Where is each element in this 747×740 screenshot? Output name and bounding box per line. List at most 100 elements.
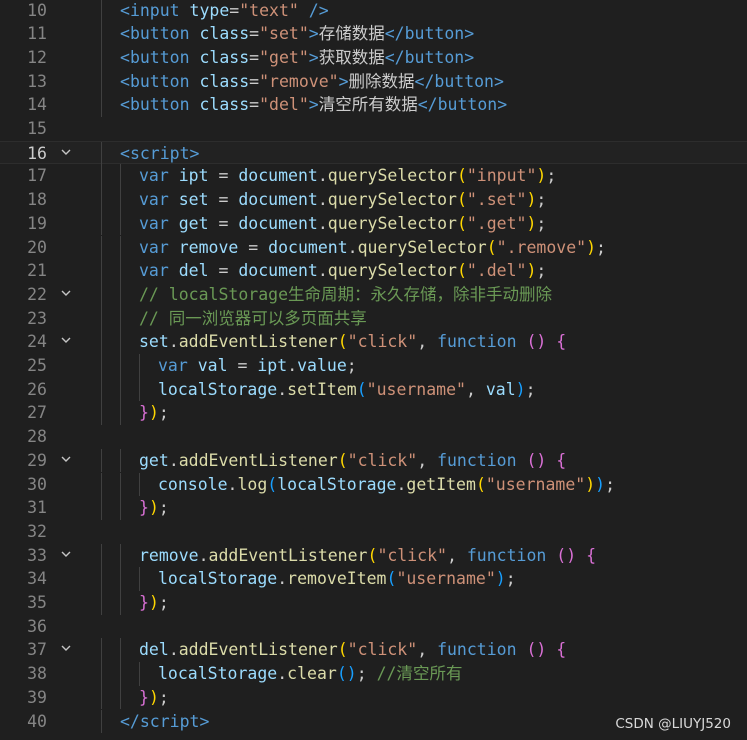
chevron-down-icon[interactable] (58, 330, 74, 354)
code-line[interactable]: 29 get.addEventListener("click", function… (0, 448, 747, 473)
indent-guide (120, 306, 121, 331)
chevron-down-icon[interactable] (58, 638, 74, 662)
code-line[interactable]: 34 localStorage.removeItem("username"); (0, 567, 747, 591)
code-token: = (208, 261, 239, 281)
indent-guide (120, 330, 121, 354)
indent-guide (101, 401, 102, 426)
code-token: "click" (347, 450, 418, 470)
code-token: clear (287, 664, 337, 684)
code-line[interactable]: 19 var get = document.querySelector(".get… (0, 211, 747, 236)
indent-guide (101, 45, 102, 70)
code-token: "remove" (259, 71, 339, 91)
code-line[interactable]: 13 <button class="remove">删除数据</button> (0, 69, 747, 94)
indent-guide (101, 188, 102, 212)
code-line[interactable]: 14 <button class="del">清空所有数据</button> (0, 93, 747, 117)
indent-guide (139, 567, 140, 591)
code-line[interactable]: 30 console.log(localStorage.getItem("user… (0, 472, 747, 497)
code-text: <input type="text" /> (120, 0, 329, 22)
code-token: . (317, 190, 328, 210)
line-number: 15 (27, 119, 47, 138)
code-line[interactable]: 20 var remove = document.querySelector(".… (0, 235, 747, 260)
code-line[interactable]: 23 // 同一浏览器可以多页面共享 (0, 306, 747, 331)
code-line[interactable]: 38 localStorage.clear(); //清空所有 (0, 662, 747, 686)
code-token: </ (120, 711, 140, 731)
code-token: () (336, 664, 357, 684)
code-token: document (238, 166, 318, 186)
code-token: remove (178, 237, 239, 257)
code-token: input (129, 0, 190, 20)
code-line[interactable]: 15 (0, 117, 747, 141)
code-token: querySelector (357, 237, 487, 257)
code-line[interactable]: 10 <input type="text" /> (0, 0, 747, 23)
indent-guide (139, 472, 140, 497)
code-token: "username" (485, 474, 586, 494)
code-token: ipt (178, 166, 209, 186)
code-token: remove (139, 545, 199, 565)
code-token: ) (148, 498, 159, 518)
code-line[interactable]: 18 var set = document.querySelector(".set… (0, 188, 747, 212)
code-token: // 同一浏览器可以多页面共享 (139, 308, 367, 328)
code-text: <script> (120, 142, 199, 166)
code-line[interactable]: 35}); (0, 591, 747, 615)
code-token: () (526, 640, 547, 660)
line-number: 17 (27, 166, 47, 186)
code-token: ; (158, 687, 169, 707)
chevron-down-icon[interactable] (58, 142, 74, 166)
code-line[interactable]: 24 set.addEventListener("click", function… (0, 330, 747, 354)
code-token: getItem (406, 474, 476, 494)
code-token: = (208, 190, 239, 210)
code-token: removeItem (287, 569, 387, 589)
code-token: class (199, 24, 250, 44)
code-text: // 同一浏览器可以多页面共享 (139, 307, 367, 331)
code-text: remove.addEventListener("click", functio… (139, 544, 596, 568)
chevron-down-icon[interactable] (58, 449, 74, 473)
code-line[interactable]: 39}); (0, 685, 747, 710)
code-token: , (465, 379, 486, 399)
code-token: get (178, 213, 209, 233)
indent-guide (101, 259, 102, 283)
code-line[interactable]: 31}); (0, 496, 747, 520)
code-editor[interactable]: 10 <input type="text" /> 11 <button class="… (0, 0, 747, 740)
code-line[interactable]: 33 remove.addEventListener("click", funct… (0, 543, 747, 568)
code-token: ; (158, 593, 169, 612)
line-number: 18 (27, 190, 47, 210)
code-line[interactable]: 26 localStorage.setItem("username", val); (0, 377, 747, 402)
line-number: 14 (27, 95, 47, 115)
code-token: . (168, 640, 179, 660)
code-token: { (556, 332, 567, 352)
indent-guide (120, 472, 121, 497)
line-number: 12 (27, 47, 47, 67)
code-line[interactable]: 36 (0, 615, 747, 639)
indent-guide (101, 22, 102, 46)
code-token: function (437, 640, 517, 660)
code-token: } (139, 403, 149, 423)
code-token: } (139, 687, 149, 707)
indent-guide (101, 164, 102, 189)
code-line[interactable]: 16 <script> (0, 140, 747, 166)
code-token: . (198, 545, 209, 565)
chevron-down-icon[interactable] (58, 544, 74, 568)
code-line[interactable]: 11 <button class="set">存储数据</button> (0, 22, 747, 46)
code-line[interactable]: 37 del.addEventListener("click", function… (0, 638, 747, 663)
code-line[interactable]: 32 (0, 520, 747, 544)
indent-guide (120, 259, 121, 283)
code-line[interactable]: 28 (0, 425, 747, 449)
indent-guide (120, 164, 121, 189)
code-token: > (338, 71, 349, 91)
code-token: = (238, 237, 269, 257)
chevron-down-icon[interactable] (58, 283, 74, 307)
code-line[interactable]: 27}); (0, 401, 747, 426)
code-line[interactable]: 21 var del = document.querySelector(".del… (0, 259, 747, 283)
code-token: , (417, 450, 438, 470)
code-token: = (249, 95, 260, 115)
watermark: CSDN @LIUYJ520 (615, 716, 731, 732)
code-line[interactable]: 25 var val = ipt.value; (0, 354, 747, 378)
code-line[interactable]: 17 var ipt = document.querySelector("inpu… (0, 164, 747, 189)
code-line[interactable]: 12 <button class="get">获取数据</button> (0, 45, 747, 70)
code-line[interactable]: 22 // localStorage生命周期：永久存储，除非手动删除 (0, 282, 747, 307)
line-number: 20 (27, 237, 47, 257)
line-number: 28 (27, 427, 47, 447)
